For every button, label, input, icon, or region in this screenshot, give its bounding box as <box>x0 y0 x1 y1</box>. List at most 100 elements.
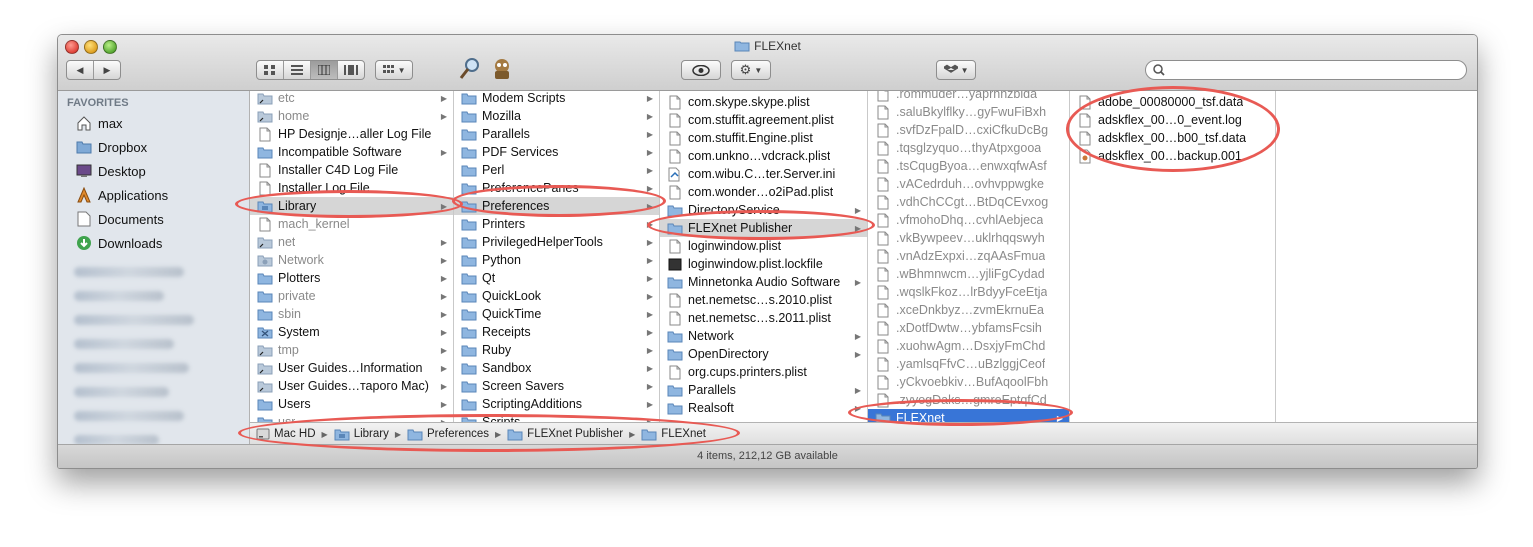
folder-row[interactable]: Incompatible Software ▶ <box>250 143 453 161</box>
column-view-button[interactable] <box>311 61 338 79</box>
file-row[interactable]: .xceDnkbyz…zvmEkrnuEa <box>868 301 1069 319</box>
file-row[interactable]: net.nemetsc…s.2011.plist <box>660 309 867 327</box>
folder-row[interactable]: Mozilla ▶ <box>454 107 659 125</box>
file-row[interactable]: .yamlsqFfvC…uBzlggjCeof <box>868 355 1069 373</box>
file-row[interactable]: adobe_00080000_tsf.data <box>1070 93 1275 111</box>
folder-row[interactable]: Network ▶ <box>660 327 867 345</box>
folder-row[interactable]: etc ▶ <box>250 91 453 107</box>
file-row[interactable]: .vACedrduh…ovhvppwgke <box>868 175 1069 193</box>
sidebar-item-dropbox[interactable]: Dropbox <box>76 137 147 157</box>
file-row[interactable]: HP Designje…aller Log File <box>250 125 453 143</box>
folder-row[interactable]: Network ▶ <box>250 251 453 269</box>
folder-row[interactable]: User Guides…тарого Mac) ▶ <box>250 377 453 395</box>
folder-row[interactable]: private ▶ <box>250 287 453 305</box>
folder-row[interactable]: OpenDirectory ▶ <box>660 345 867 363</box>
coverflow-view-button[interactable] <box>338 61 364 79</box>
file-row[interactable]: .tsCqugByoa…enwxqfwAsf <box>868 157 1069 175</box>
folder-row[interactable]: Screen Savers ▶ <box>454 377 659 395</box>
folder-row[interactable]: Sandbox ▶ <box>454 359 659 377</box>
folder-row[interactable]: Library ▶ <box>250 197 453 215</box>
folder-row[interactable]: Perl ▶ <box>454 161 659 179</box>
folder-row[interactable]: FLEXnet Publisher ▶ <box>660 219 867 237</box>
file-row[interactable]: .saluBkylflky…gyFwuFiBxh <box>868 103 1069 121</box>
file-row[interactable]: .vfmohoDhq…cvhlAebjeca <box>868 211 1069 229</box>
folder-row[interactable]: Printers ▶ <box>454 215 659 233</box>
folder-row[interactable]: User Guides…Information ▶ <box>250 359 453 377</box>
file-row[interactable]: .rommuder…yaprnnzbida <box>868 91 1069 103</box>
file-row[interactable]: loginwindow.plist <box>660 237 867 255</box>
file-row[interactable]: .vdhChCCgt…BtDqCEvxog <box>868 193 1069 211</box>
path-item[interactable]: FLEXnet Publisher <box>507 428 623 441</box>
folder-row[interactable]: Realsoft ▶ <box>660 399 867 417</box>
folder-row[interactable]: PreferencePanes ▶ <box>454 179 659 197</box>
file-row[interactable]: .xuohwAgm…DsxjyFmChd <box>868 337 1069 355</box>
file-row[interactable]: .vnAdzExpxi…zqAAsFmua <box>868 247 1069 265</box>
sidebar-item-applications[interactable]: Applications <box>76 185 168 205</box>
file-row[interactable]: com.wonder…o2iPad.plist <box>660 183 867 201</box>
quick-look-button[interactable] <box>681 60 721 80</box>
file-row[interactable]: .svfDzFpalD…cxiCfkuDcBg <box>868 121 1069 139</box>
file-row[interactable]: com.wibu.C…ter.Server.ini <box>660 165 867 183</box>
folder-row[interactable]: Preferences ▶ <box>454 197 659 215</box>
file-row[interactable]: adskflex_00…0_event.log <box>1070 111 1275 129</box>
file-row[interactable]: Installer Log File <box>250 179 453 197</box>
folder-row[interactable]: System ▶ <box>250 323 453 341</box>
folder-row[interactable]: Python ▶ <box>454 251 659 269</box>
folder-row[interactable]: Modem Scripts ▶ <box>454 91 659 107</box>
magnifier-tool-icon[interactable] <box>458 57 480 84</box>
sidebar-item-downloads[interactable]: Downloads <box>76 233 162 253</box>
folder-row[interactable]: Parallels ▶ <box>454 125 659 143</box>
file-row[interactable]: .zyyogDaks…gmreEptqfCd <box>868 391 1069 409</box>
file-row[interactable]: mach_kernel <box>250 215 453 233</box>
action-button[interactable]: ⚙ ▼ <box>731 60 771 80</box>
file-row[interactable]: adskflex_00…b00_tsf.data <box>1070 129 1275 147</box>
file-row[interactable]: .xDotfDwtw…ybfamsFcsih <box>868 319 1069 337</box>
folder-row[interactable]: Scripts ▶ <box>454 413 659 422</box>
file-row[interactable]: com.stuffit.agreement.plist <box>660 111 867 129</box>
list-view-button[interactable] <box>284 61 311 79</box>
folder-row[interactable]: Parallels ▶ <box>660 381 867 399</box>
folder-row[interactable]: FLEXnet ▶ <box>868 409 1069 422</box>
folder-row[interactable]: sbin ▶ <box>250 305 453 323</box>
file-row[interactable]: com.unkno…vdcrack.plist <box>660 147 867 165</box>
folder-row[interactable]: Users ▶ <box>250 395 453 413</box>
folder-row[interactable]: PDF Services ▶ <box>454 143 659 161</box>
file-row[interactable]: .yCkvoebkiv…BufAqoolFbh <box>868 373 1069 391</box>
folder-row[interactable]: home ▶ <box>250 107 453 125</box>
folder-row[interactable]: QuickTime ▶ <box>454 305 659 323</box>
file-row[interactable]: org.cups.printers.plist <box>660 363 867 381</box>
file-row[interactable]: com.skype.skype.plist <box>660 93 867 111</box>
folder-row[interactable]: usr ▶ <box>250 413 453 422</box>
icon-view-button[interactable] <box>257 61 284 79</box>
file-row[interactable]: .wBhmnwcm…yjliFgCydad <box>868 265 1069 283</box>
file-row[interactable]: .tqsglzyquo…thyAtpxgooa <box>868 139 1069 157</box>
folder-row[interactable]: QuickLook ▶ <box>454 287 659 305</box>
file-row[interactable]: .wqslkFkoz…lrBdyyFceEtja <box>868 283 1069 301</box>
arrange-button[interactable]: ▼ <box>375 60 413 80</box>
back-button[interactable]: ◀ <box>67 61 94 79</box>
folder-row[interactable]: tmp ▶ <box>250 341 453 359</box>
folder-row[interactable]: ScriptingAdditions ▶ <box>454 395 659 413</box>
folder-row[interactable]: Ruby ▶ <box>454 341 659 359</box>
path-item[interactable]: FLEXnet <box>641 428 706 441</box>
path-item[interactable]: Mac HD <box>256 427 316 441</box>
file-row[interactable]: adskflex_00…backup.001 <box>1070 147 1275 165</box>
automator-tool-icon[interactable] <box>490 57 514 84</box>
path-item[interactable]: Library <box>334 428 389 441</box>
folder-row[interactable]: Receipts ▶ <box>454 323 659 341</box>
search-field[interactable] <box>1145 60 1467 80</box>
file-row[interactable]: com.stuffit.Engine.plist <box>660 129 867 147</box>
folder-row[interactable]: PrivilegedHelperTools ▶ <box>454 233 659 251</box>
file-row[interactable]: Installer C4D Log File <box>250 161 453 179</box>
file-row[interactable]: .vkBywpeev…uklrhqqswyh <box>868 229 1069 247</box>
dropbox-button[interactable]: ▼ <box>936 60 976 80</box>
folder-row[interactable]: Plotters ▶ <box>250 269 453 287</box>
folder-row[interactable]: Minnetonka Audio Software ▶ <box>660 273 867 291</box>
file-row[interactable]: loginwindow.plist.lockfile <box>660 255 867 273</box>
file-row[interactable]: net.nemetsc…s.2010.plist <box>660 291 867 309</box>
folder-row[interactable]: Qt ▶ <box>454 269 659 287</box>
sidebar-item-documents[interactable]: Documents <box>76 209 164 229</box>
sidebar-item-desktop[interactable]: Desktop <box>76 161 146 181</box>
path-item[interactable]: Preferences <box>407 428 489 441</box>
folder-row[interactable]: DirectoryService ▶ <box>660 201 867 219</box>
